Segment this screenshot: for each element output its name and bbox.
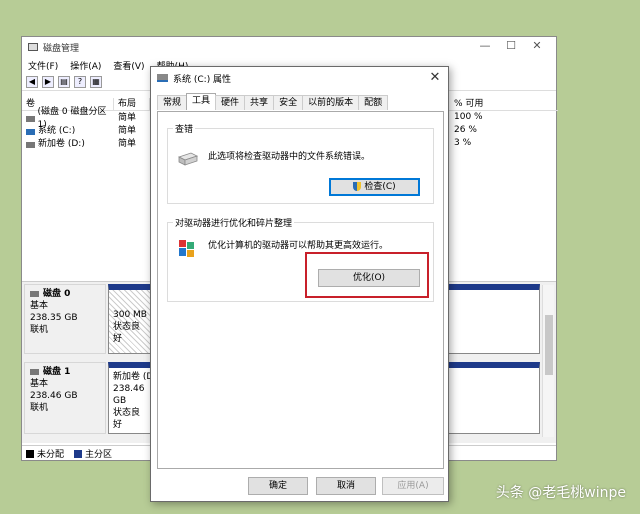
error-check-label: 查错 (173, 122, 196, 135)
menu-action[interactable]: 操作(A) (70, 59, 101, 72)
dialog-title: 系统 (C:) 属性 (173, 74, 232, 85)
error-check-description: 此选项将检查驱动器中的文件系统错误。 (208, 152, 371, 162)
uac-shield-icon (353, 182, 362, 191)
disk-0-partition-1[interactable]: 300 MB 状态良好 (108, 284, 152, 354)
pct-free-column: % 可用 100 % 26 % 3 % (452, 98, 558, 150)
optimize-label: 对驱动器进行优化和碎片整理 (173, 216, 295, 229)
disk-1-partition-d-right[interactable] (445, 362, 540, 434)
back-arrow-icon[interactable]: ◀ (26, 75, 38, 88)
optimize-description: 优化计算机的驱动器可以帮助其更高效运行。 (208, 241, 389, 251)
dialog-titlebar: 系统 (C:) 属性 (151, 67, 448, 89)
apply-button[interactable]: 应用(A) (382, 477, 444, 495)
maximize-icon[interactable]: ☐ (498, 39, 524, 52)
disk-management-icon (28, 43, 38, 51)
error-check-group: 查错 此选项将检查驱动器中的文件系统错误。 检查(C) (167, 122, 434, 204)
disk-icon (30, 291, 39, 297)
tab-hardware[interactable]: 硬件 (215, 95, 246, 110)
minimize-icon[interactable]: — (472, 39, 498, 52)
disk-icon (30, 369, 39, 375)
scrollbar-thumb[interactable] (545, 315, 553, 375)
forward-arrow-icon[interactable]: ▶ (42, 75, 54, 88)
dialog-close-icon[interactable]: ✕ (426, 69, 444, 87)
tab-previous-versions[interactable]: 以前的版本 (302, 95, 360, 110)
col-layout[interactable]: 布局 (114, 98, 150, 110)
hard-drive-icon (177, 152, 199, 166)
tab-general[interactable]: 常规 (157, 95, 188, 110)
ok-button[interactable]: 确定 (248, 477, 308, 495)
drive-icon (157, 74, 168, 82)
primary-partition-swatch (74, 450, 83, 458)
close-icon[interactable]: ✕ (524, 39, 550, 52)
highlight-box (305, 252, 429, 298)
watermark: 头条 @老毛桃winpe (495, 485, 626, 501)
disk-0-info[interactable]: 磁盘 0 基本 238.35 GB 联机 (24, 284, 106, 354)
disk-map-scrollbar[interactable] (542, 285, 554, 437)
list-icon[interactable]: ▦ (90, 75, 102, 88)
tab-security[interactable]: 安全 (273, 95, 304, 110)
tab-quota[interactable]: 配额 (358, 95, 389, 110)
cancel-button[interactable]: 取消 (316, 477, 376, 495)
help-icon[interactable]: ? (74, 75, 86, 88)
check-button[interactable]: 检查(C) (329, 178, 420, 196)
dm-title: 磁盘管理 (43, 43, 80, 54)
tab-strip: 常规 工具 硬件 共享 安全 以前的版本 配额 (157, 93, 389, 110)
disk-1-info[interactable]: 磁盘 1 基本 238.46 GB 联机 (24, 362, 106, 434)
unallocated-swatch (26, 450, 34, 458)
disk-1-partition-d[interactable]: 新加卷 (D 238.46 GB 状态良好 (108, 362, 152, 434)
drive-icon (26, 141, 35, 148)
drive-icon (26, 115, 35, 122)
col-pct-free[interactable]: % 可用 (452, 98, 558, 111)
menu-view[interactable]: 查看(V) (113, 59, 144, 72)
tab-tools[interactable]: 工具 (186, 93, 217, 110)
drive-icon (26, 128, 35, 135)
defrag-icon (179, 240, 194, 257)
menu-file[interactable]: 文件(F) (28, 59, 58, 72)
tab-sharing[interactable]: 共享 (244, 95, 275, 110)
panel-icon[interactable]: ▤ (58, 75, 70, 88)
disk-0-partition-c[interactable] (445, 284, 540, 354)
